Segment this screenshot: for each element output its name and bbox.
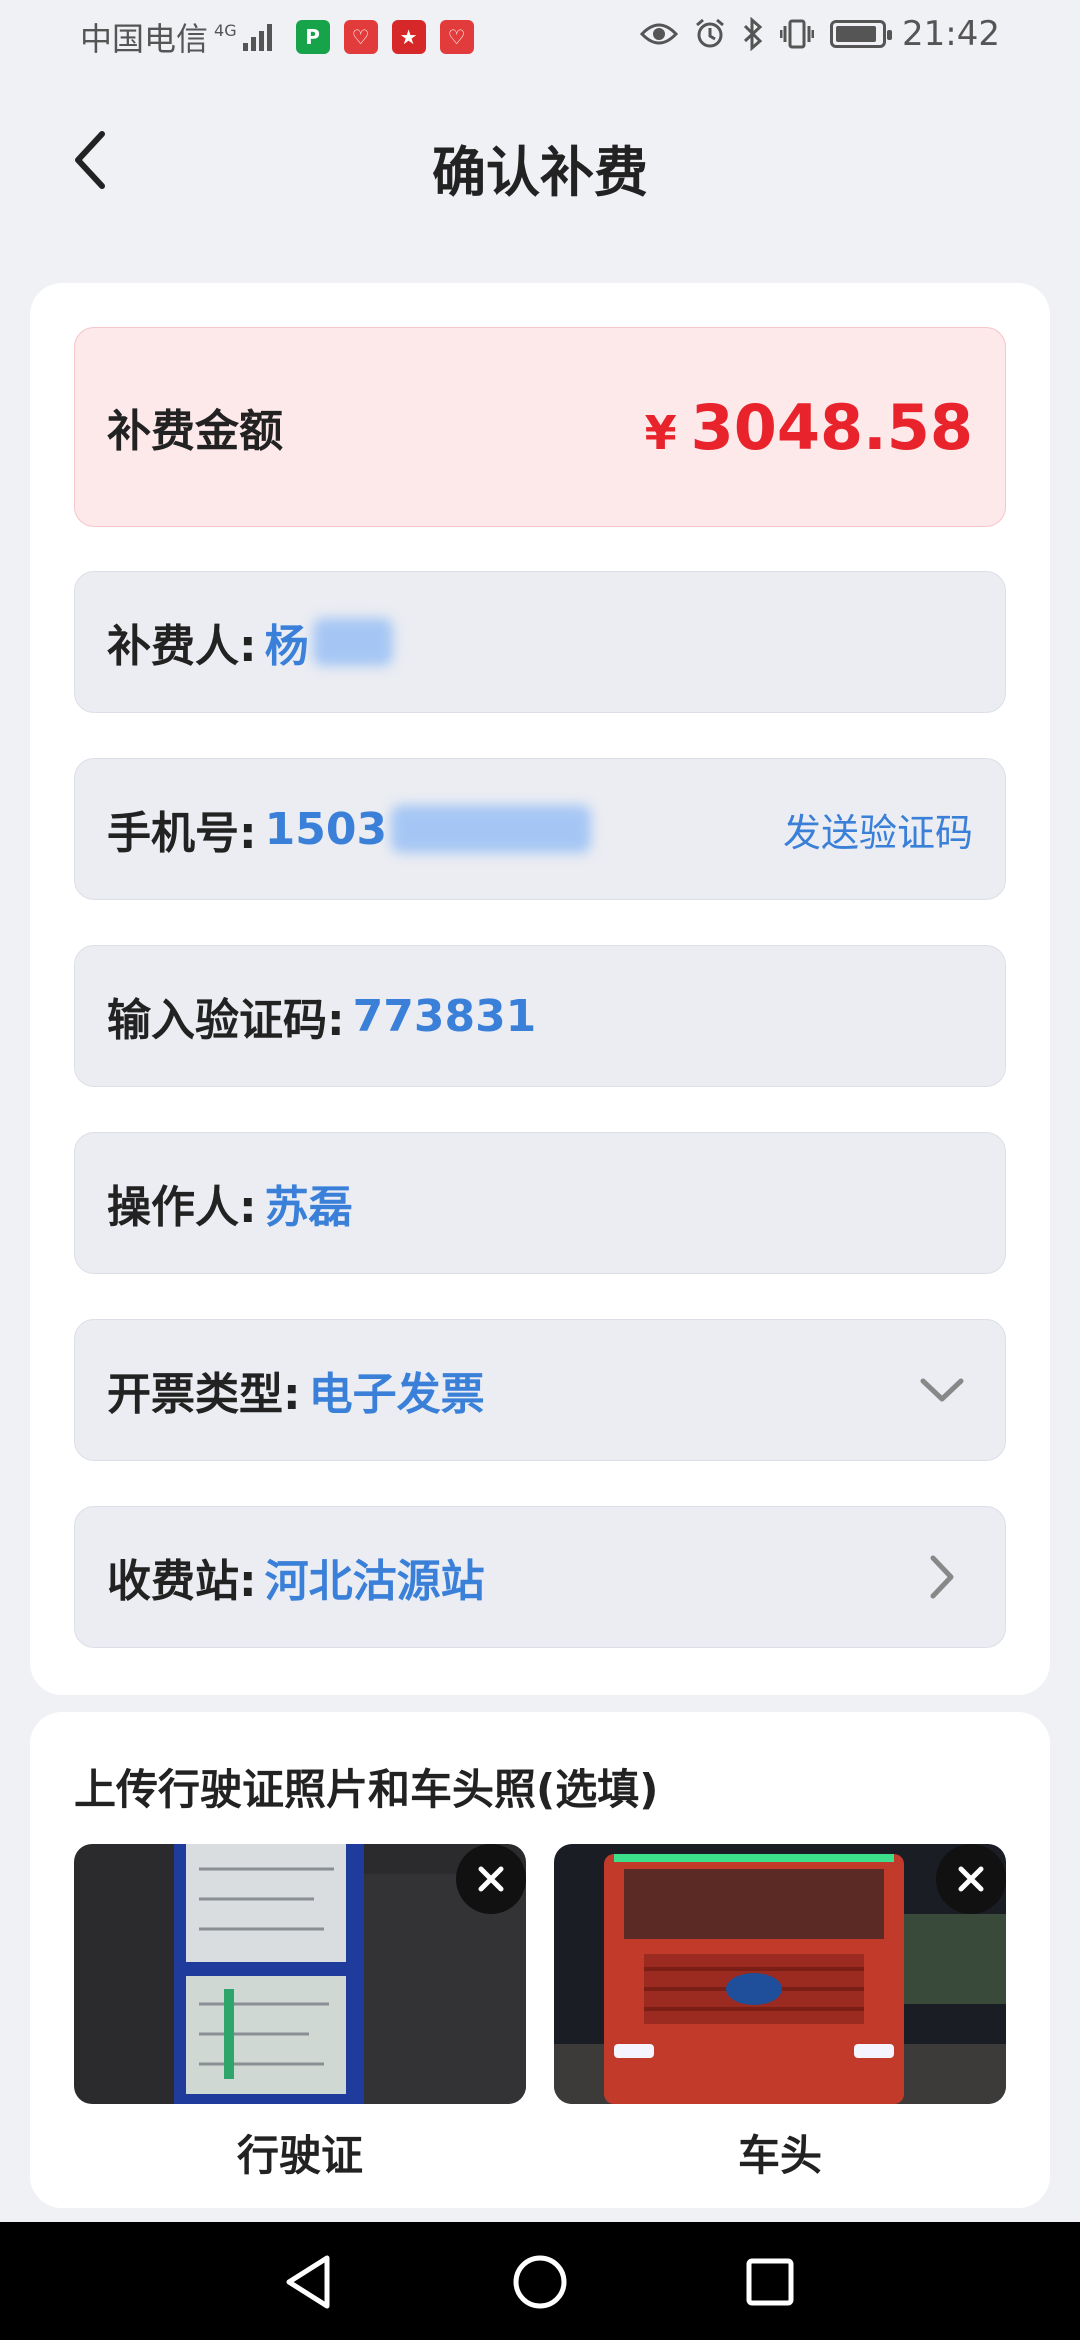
- upload-title: 上传行驶证照片和车头照(选填): [74, 1765, 659, 1814]
- heart-app-icon: ♡: [343, 20, 378, 54]
- status-bar: 中国电信 4G P ♡ ★ ♡ 21:42: [0, 0, 1080, 74]
- code-input[interactable]: 773831: [353, 991, 537, 1042]
- nav-recents-button[interactable]: [738, 2250, 802, 2314]
- payer-row: 补费人: 杨: [74, 571, 1006, 713]
- currency-symbol: ¥: [644, 405, 677, 460]
- send-code-button[interactable]: 发送验证码: [783, 802, 973, 857]
- close-icon: [958, 1866, 984, 1892]
- battery-icon: [830, 20, 893, 48]
- code-label: 输入验证码:: [107, 995, 345, 1046]
- bluetooth-icon: [743, 17, 763, 51]
- amount-row: 补费金额 ¥ 3048.58: [74, 327, 1006, 527]
- truck-front-label: 车头: [737, 2131, 822, 2180]
- invoice-type-label: 开票类型:: [107, 1369, 301, 1420]
- operator-row: 操作人: 苏磊: [74, 1132, 1006, 1274]
- station-value: 河北沽源站: [264, 1556, 485, 1607]
- signal-icon: [242, 23, 272, 51]
- delete-photo-button[interactable]: [936, 1844, 1006, 1914]
- payer-value: 杨: [264, 621, 309, 672]
- page-title: 确认补费: [432, 141, 648, 204]
- phone-row: 手机号: 1503 发送验证码: [74, 758, 1006, 900]
- network-type: 4G: [214, 21, 237, 40]
- app-header: 确认补费: [0, 110, 1080, 210]
- phone-label: 手机号:: [107, 808, 257, 859]
- square-recents-icon: [746, 2258, 794, 2306]
- delete-photo-button[interactable]: [456, 1844, 526, 1914]
- star-app-icon: ★: [391, 20, 426, 54]
- vehicle-license-photo[interactable]: [74, 1844, 526, 2104]
- parking-app-icon: P: [295, 20, 330, 54]
- redacted-phone: [391, 805, 592, 853]
- eye-icon: [640, 23, 679, 45]
- status-left: 中国电信 4G P ♡ ★ ♡: [80, 14, 474, 60]
- nav-back-button[interactable]: [276, 2250, 340, 2314]
- verification-code-row[interactable]: 输入验证码: 773831: [74, 945, 1006, 1087]
- circle-home-icon: [513, 2255, 567, 2309]
- redacted-name: [312, 618, 393, 666]
- alarm-icon: [696, 18, 724, 48]
- vehicle-license-label: 行驶证: [236, 2131, 363, 2180]
- invoice-type-value: 电子发票: [308, 1369, 485, 1420]
- clock: 21:42: [902, 14, 1000, 54]
- carrier-label: 中国电信: [80, 20, 209, 58]
- toll-station-select[interactable]: 收费站: 河北沽源站: [74, 1506, 1006, 1648]
- system-nav-bar: [0, 2222, 1080, 2340]
- phone-value: 1503: [264, 803, 388, 855]
- heart-app-icon-2: ♡: [439, 20, 474, 54]
- station-label: 收费站:: [107, 1556, 257, 1607]
- close-icon: [478, 1866, 504, 1892]
- chevron-down-icon: [919, 1367, 965, 1413]
- chevron-right-icon: [919, 1554, 965, 1600]
- invoice-type-select[interactable]: 开票类型: 电子发票: [74, 1319, 1006, 1461]
- triangle-back-icon: [286, 2255, 330, 2309]
- upload-card: 上传行驶证照片和车头照(选填) 行驶证 车头: [30, 1712, 1050, 2208]
- status-right: 21:42: [640, 14, 1000, 54]
- payer-label: 补费人:: [107, 621, 257, 672]
- amount-value: ¥ 3048.58: [645, 391, 973, 464]
- amount-number: 3048.58: [690, 390, 973, 464]
- operator-label: 操作人:: [107, 1182, 257, 1233]
- nav-home-button[interactable]: [508, 2250, 572, 2314]
- amount-label: 补费金额: [107, 406, 283, 457]
- operator-value: 苏磊: [264, 1182, 353, 1233]
- truck-front-photo[interactable]: [554, 1844, 1006, 2104]
- vibrate-icon: [780, 19, 815, 49]
- payment-form-card: 补费金额 ¥ 3048.58 补费人: 杨 手机号: 1503 发送验证码 输入…: [30, 283, 1050, 1695]
